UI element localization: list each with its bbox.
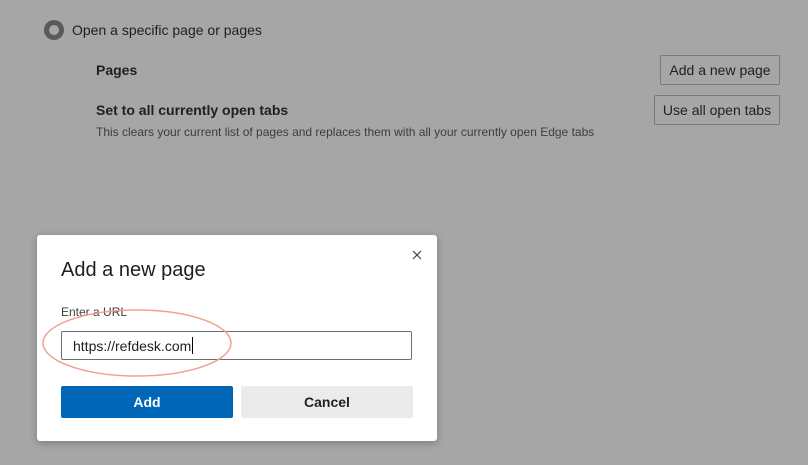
dialog-title: Add a new page [61, 259, 206, 281]
set-open-tabs-description: This clears your current list of pages a… [96, 125, 595, 139]
text-caret [192, 337, 194, 354]
add-button[interactable]: Add [61, 386, 233, 418]
set-open-tabs-label: Set to all currently open tabs [96, 102, 289, 118]
startup-option-row[interactable]: Open a specific page or pages [44, 20, 262, 40]
settings-page: Open a specific page or pages Pages Add … [0, 0, 808, 465]
add-page-dialog: Add a new page Enter a URL https://refde… [37, 235, 437, 441]
radio-selected-icon[interactable] [44, 20, 64, 40]
url-input-value: https://refdesk.com [73, 337, 192, 354]
url-input[interactable]: https://refdesk.com [61, 331, 412, 360]
pages-label: Pages [96, 62, 138, 78]
add-new-page-button[interactable]: Add a new page [660, 55, 780, 85]
url-field-label: Enter a URL [61, 305, 128, 319]
startup-option-label: Open a specific page or pages [72, 22, 262, 38]
cancel-button[interactable]: Cancel [241, 386, 413, 418]
close-icon[interactable] [409, 247, 425, 263]
radio-dot [49, 25, 59, 35]
use-all-open-tabs-button[interactable]: Use all open tabs [654, 95, 780, 125]
